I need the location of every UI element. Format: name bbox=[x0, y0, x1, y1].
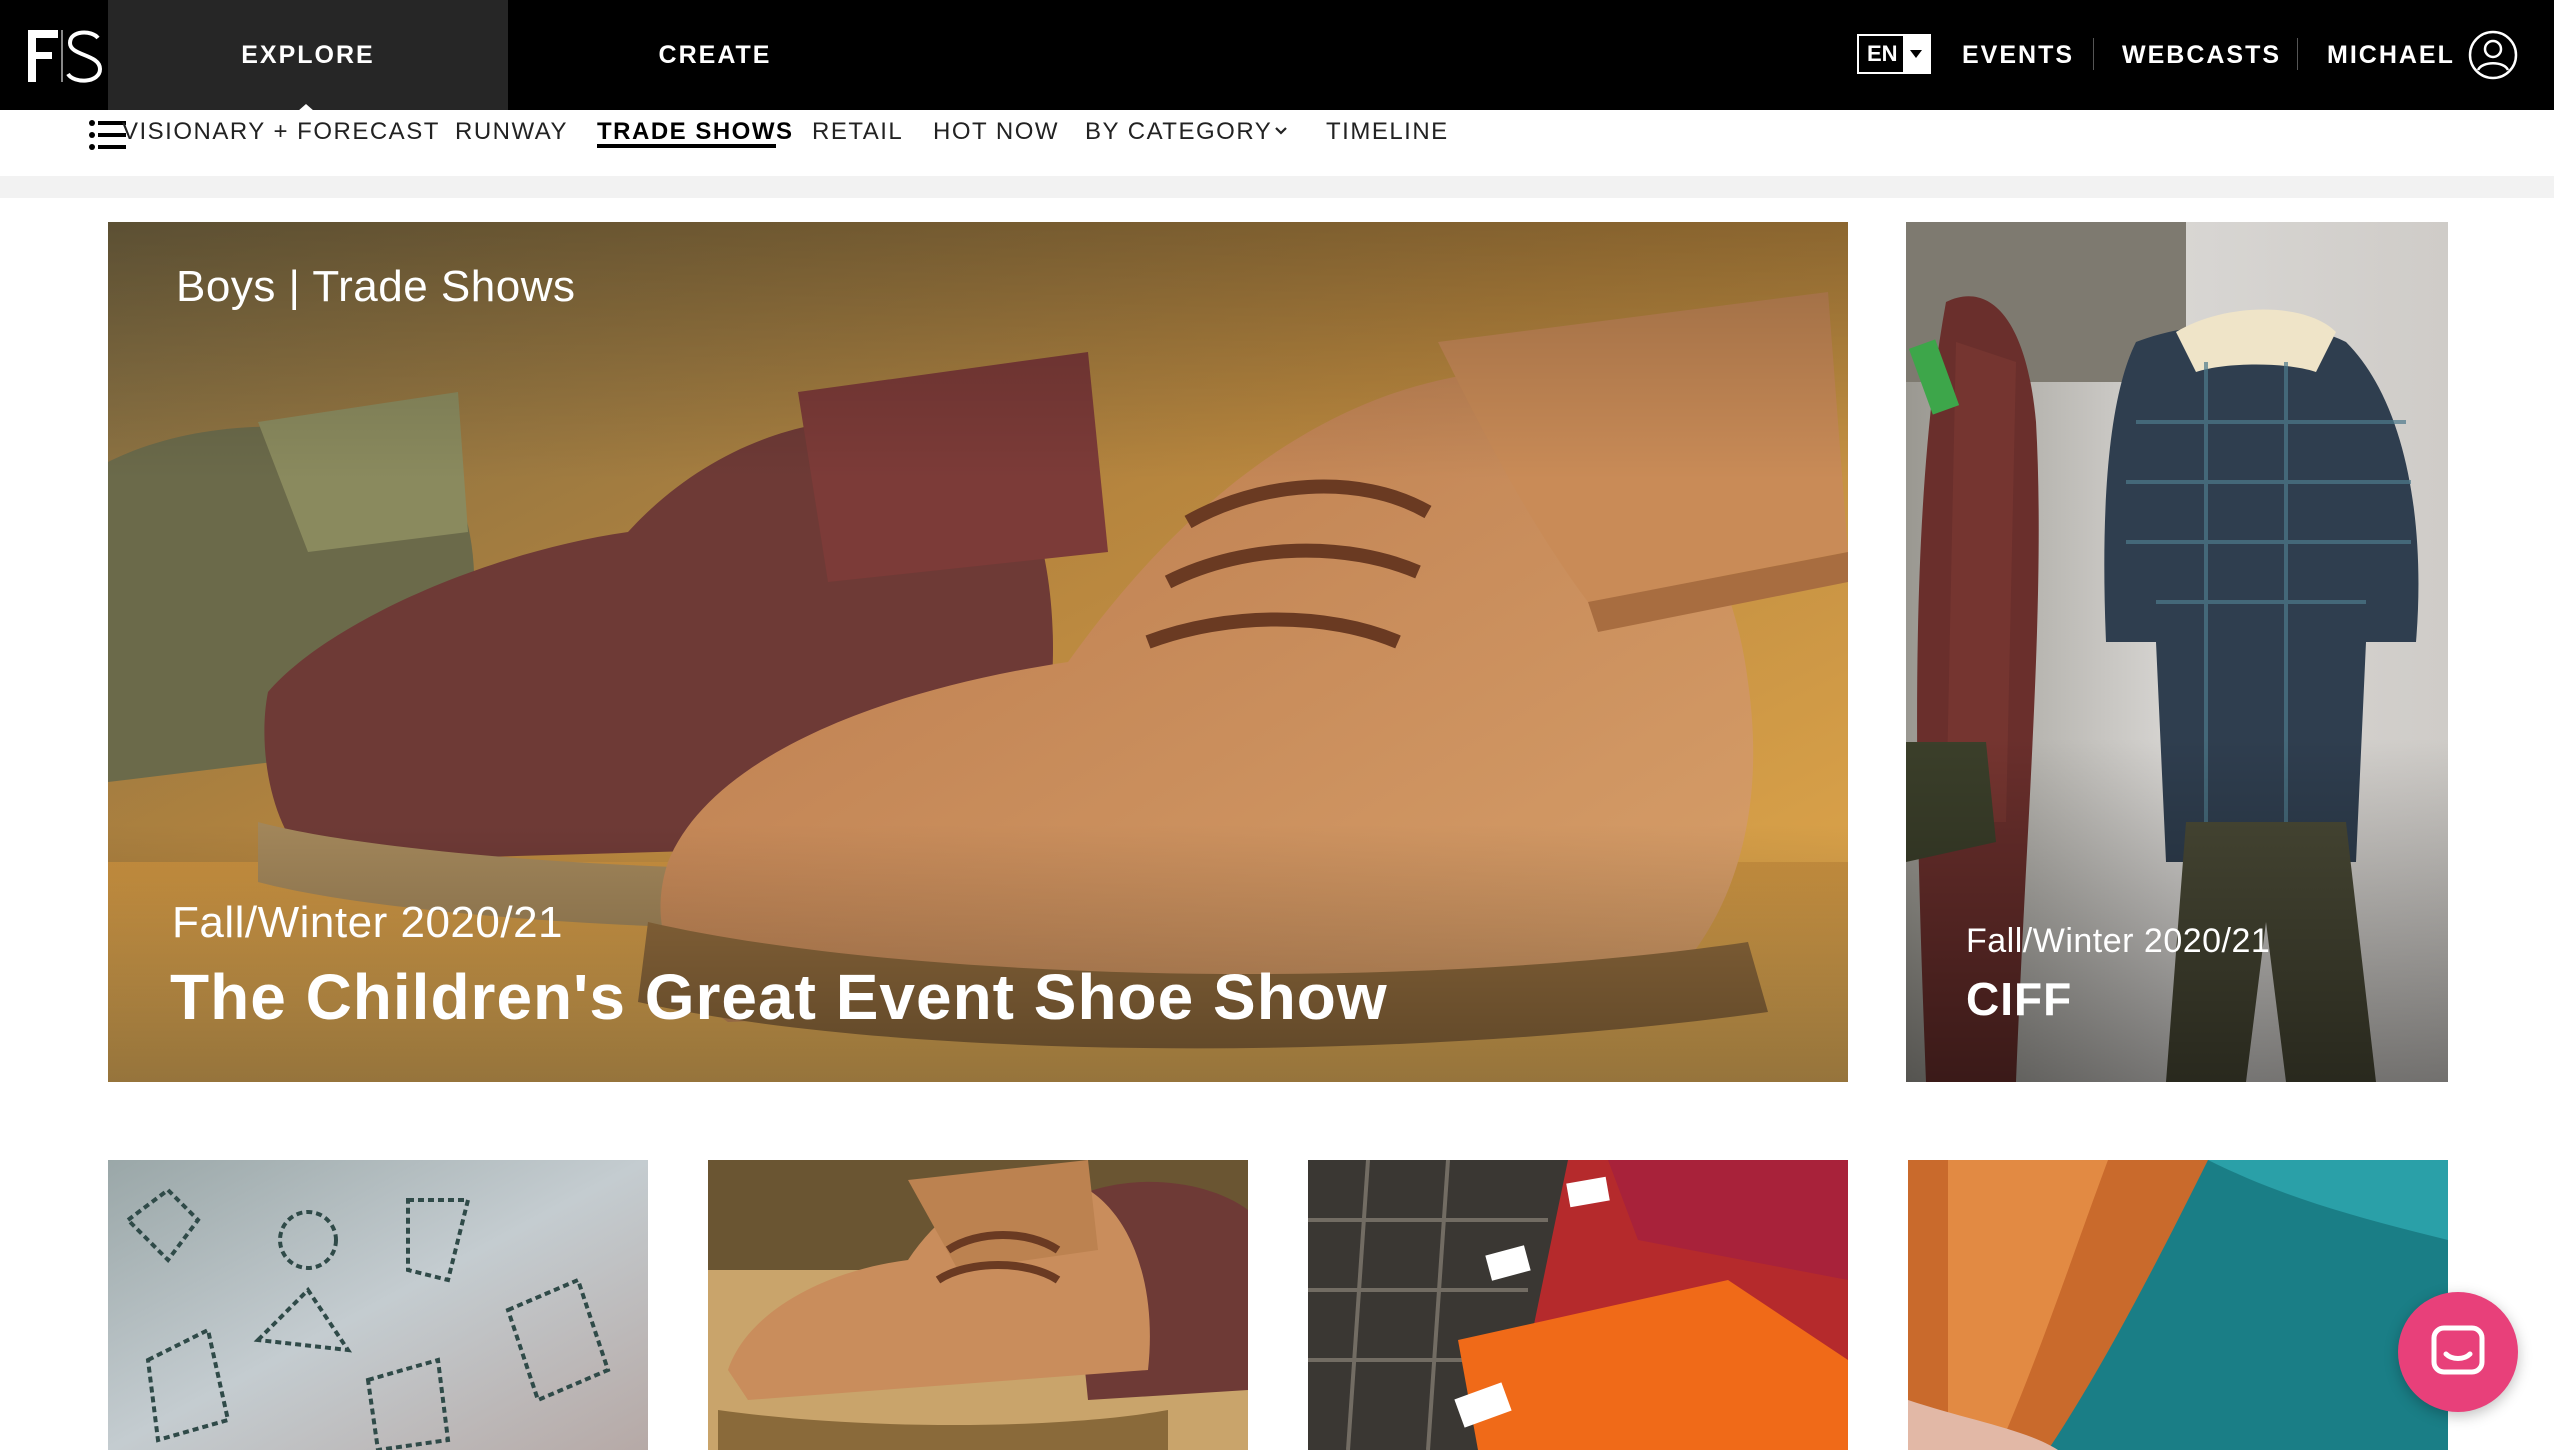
subnav-label: BY CATEGORY bbox=[1085, 118, 1273, 145]
side-card-season: Fall/Winter 2020/21 bbox=[1966, 922, 2271, 960]
divider bbox=[2093, 38, 2094, 70]
chevron-down-icon bbox=[1903, 36, 1929, 72]
chat-button[interactable] bbox=[2398, 1292, 2518, 1412]
tab-create-label: CREATE bbox=[658, 40, 772, 69]
thumbnail-image-embroidery bbox=[108, 1160, 648, 1450]
divider bbox=[2297, 38, 2298, 70]
thumbnail-image-metallic-fabric bbox=[1908, 1160, 2448, 1450]
subnav-runway[interactable]: RUNWAY bbox=[455, 112, 568, 152]
subnav-label: RUNWAY bbox=[455, 118, 568, 145]
side-card-title[interactable]: CIFF bbox=[1966, 972, 2072, 1026]
fs-logo[interactable] bbox=[26, 26, 106, 86]
tab-explore-label: EXPLORE bbox=[241, 40, 375, 69]
hero-season: Fall/Winter 2020/21 bbox=[172, 898, 564, 947]
subnav-label: HOT NOW bbox=[933, 118, 1060, 145]
thumbnail-image-fabrics bbox=[1308, 1160, 1848, 1450]
subnav-label: TIMELINE bbox=[1326, 118, 1449, 145]
hero-image-shoes bbox=[108, 222, 1848, 1082]
chat-bubble-icon bbox=[2431, 1325, 2485, 1375]
hero-card[interactable] bbox=[108, 222, 1848, 1082]
hero-title[interactable]: The Children's Great Event Shoe Show bbox=[170, 960, 1388, 1034]
tab-create[interactable]: CREATE bbox=[560, 0, 870, 110]
thumbnail-card[interactable] bbox=[108, 1160, 648, 1450]
hero-category[interactable]: Boys | Trade Shows bbox=[176, 262, 576, 312]
language-select[interactable]: EN bbox=[1857, 34, 1931, 74]
chevron-down-icon[interactable] bbox=[1272, 122, 1290, 140]
events-label: EVENTS bbox=[1962, 40, 2075, 69]
subnav-divider bbox=[0, 176, 2554, 198]
subnav-timeline[interactable]: TIMELINE bbox=[1326, 112, 1449, 152]
user-circle-icon[interactable] bbox=[2468, 30, 2518, 80]
events-link[interactable]: EVENTS bbox=[1962, 0, 2074, 110]
subnav-hot-now[interactable]: HOT NOW bbox=[933, 112, 1059, 152]
user-menu[interactable]: MICHAEL bbox=[2327, 0, 2455, 110]
webcasts-label: WEBCASTS bbox=[2122, 40, 2282, 69]
subnav-label: RETAIL bbox=[812, 118, 904, 145]
tab-explore[interactable]: EXPLORE bbox=[108, 0, 508, 110]
user-name: MICHAEL bbox=[2327, 40, 2455, 69]
thumbnail-card[interactable] bbox=[1308, 1160, 1848, 1450]
subnav-retail[interactable]: RETAIL bbox=[812, 112, 903, 152]
language-value: EN bbox=[1867, 41, 1898, 66]
thumbnail-image-shoe bbox=[708, 1160, 1248, 1450]
subnav-by-category[interactable]: BY CATEGORY bbox=[1085, 112, 1272, 152]
subnav-visionary-forecast[interactable]: VISIONARY + FORECAST bbox=[122, 112, 440, 152]
webcasts-link[interactable]: WEBCASTS bbox=[2122, 0, 2281, 110]
subnav-label: VISIONARY + FORECAST bbox=[122, 118, 440, 145]
thumbnail-card[interactable] bbox=[1908, 1160, 2448, 1450]
top-bar: FS EXPLORE CREATE EN EVENTS WEBCASTS MIC… bbox=[0, 0, 2554, 110]
thumbnail-card[interactable] bbox=[708, 1160, 1248, 1450]
subnav-label: TRADE SHOWS bbox=[597, 118, 794, 145]
active-subnav-underline bbox=[597, 144, 776, 148]
